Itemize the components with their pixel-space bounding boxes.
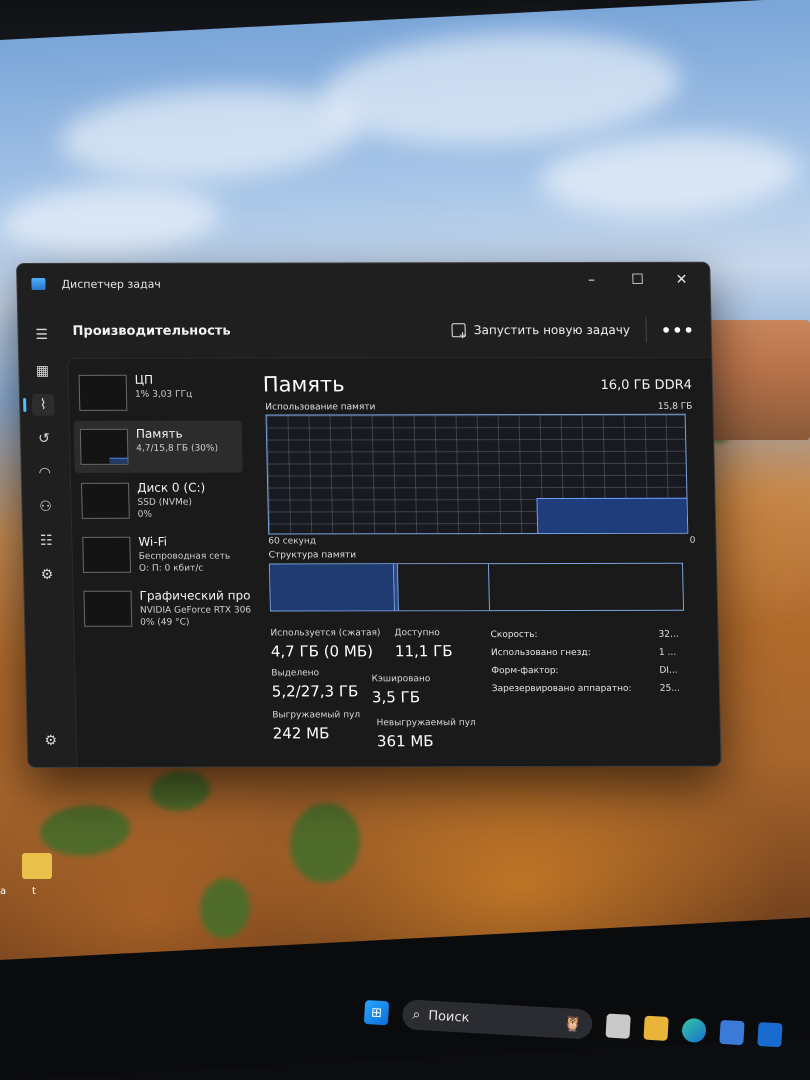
task-manager-app-icon: [31, 277, 46, 290]
memory-heading: Память: [262, 372, 345, 397]
stat-available-label: Доступно: [394, 628, 440, 639]
usage-graph-max: 15,8 ГБ: [657, 401, 693, 412]
taskbar-search-box[interactable]: ⌕ Поиск 🦉: [401, 999, 594, 1040]
resource-detail: Беспроводная сеть: [138, 551, 231, 562]
close-button[interactable]: ✕: [663, 269, 700, 291]
navigation-rail: ☰ ▦ ⌇ ↺ ◠ ⚇ ☷ ⚙ ⚙: [18, 316, 74, 767]
stat-nonpaged-pool-value: 361 МБ: [376, 732, 434, 751]
processes-icon[interactable]: ▦: [31, 360, 54, 382]
stat-in-use-value: 4,7 ГБ (0 МБ): [270, 642, 374, 661]
resource-name: Wi-Fi: [138, 534, 168, 549]
gpu-thumbnail-graph: [83, 590, 133, 627]
stat-committed-label: Выделено: [271, 668, 320, 679]
memory-usage-graph: [265, 413, 689, 535]
composition-standby: [397, 564, 490, 611]
cpu-thumbnail-graph: [78, 374, 128, 411]
edge-browser-icon[interactable]: [681, 1017, 707, 1044]
users-icon[interactable]: ⚇: [34, 496, 57, 518]
composition-free: [489, 564, 683, 610]
resource-detail: SSD (NVMe): [137, 497, 193, 508]
task-view-icon[interactable]: [605, 1013, 631, 1039]
services-icon[interactable]: ⚙: [36, 564, 59, 586]
stat-in-use-label: Используется (сжатая): [270, 628, 381, 639]
stat-available-value: 11,1 ГБ: [394, 642, 453, 661]
outlook-icon[interactable]: [757, 1021, 783, 1048]
resource-name: Диск 0 (C:): [136, 480, 206, 495]
search-placeholder: Поиск: [427, 1008, 470, 1026]
resource-item-wifi[interactable]: Wi-Fi Беспроводная сеть О: П: 0 кбит/с: [76, 529, 245, 581]
toolbar-divider: [645, 316, 648, 343]
graph-zero-label: 0: [689, 535, 696, 546]
resource-item-cpu[interactable]: ЦП 1% 3,03 ГГц: [72, 367, 241, 419]
stat-cached-value: 3,5 ГБ: [371, 688, 421, 707]
page-title: Производительность: [72, 323, 231, 339]
detail-speed-value: 32...: [658, 629, 679, 640]
memory-spec: 16,0 ГБ DDR4: [600, 377, 693, 393]
startup-apps-icon[interactable]: ◠: [34, 462, 57, 484]
detail-slots-label: Использовано гнезд:: [490, 647, 591, 659]
microsoft-store-icon[interactable]: [719, 1019, 745, 1046]
detail-form-factor-label: Форм-фактор:: [491, 665, 559, 677]
run-new-task-label: Запустить новую задачу: [473, 322, 631, 338]
app-history-icon[interactable]: ↺: [33, 428, 56, 450]
maximize-button[interactable]: ☐: [619, 269, 656, 291]
memory-composition-bar: [268, 562, 685, 612]
detail-reserved-label: Зарезервировано аппаратно:: [491, 683, 632, 695]
run-new-task-button[interactable]: Запустить новую задачу: [451, 322, 631, 338]
hamburger-menu-icon[interactable]: ☰: [30, 324, 53, 346]
settings-icon[interactable]: ⚙: [40, 730, 63, 752]
stat-paged-pool-label: Выгружаемый пул: [272, 710, 361, 721]
desktop-folder-icon[interactable]: [22, 853, 52, 879]
graph-time-axis-label: 60 секунд: [268, 536, 317, 547]
search-icon: ⌕: [412, 1006, 421, 1024]
stat-nonpaged-pool-label: Невыгружаемый пул: [376, 718, 476, 729]
search-highlight-owl-icon: 🦉: [563, 1014, 583, 1034]
more-options-button[interactable]: •••: [661, 320, 695, 339]
resource-name: ЦП: [134, 372, 154, 387]
resource-detail: NVIDIA GeForce RTX 306: [139, 605, 252, 616]
detail-slots-value: 1 ...: [658, 647, 677, 658]
detail-speed-label: Скорость:: [490, 630, 538, 641]
title-bar[interactable]: Диспетчер задач – ☐ ✕: [17, 263, 710, 304]
task-manager-window: Диспетчер задач – ☐ ✕ ☰ ▦ ⌇ ↺ ◠ ⚇ ☷ ⚙ ⚙ …: [16, 261, 722, 768]
disk-thumbnail-graph: [81, 482, 130, 519]
memory-composition-label: Структура памяти: [268, 550, 357, 561]
desktop-folder-label: t: [32, 886, 36, 897]
resource-name: Графический про: [139, 588, 251, 603]
performance-icon[interactable]: ⌇: [31, 393, 55, 416]
details-icon[interactable]: ☷: [35, 530, 58, 552]
wallpaper-town: [700, 320, 810, 440]
new-task-icon: [451, 323, 466, 338]
stat-committed-value: 5,2/27,3 ГБ: [271, 682, 359, 701]
detail-reserved-value: 25...: [659, 683, 680, 694]
resource-detail: 4,7/15,8 ГБ (30%): [136, 443, 219, 454]
resource-detail-2: О: П: 0 кбит/с: [138, 563, 204, 574]
usage-graph-label: Использование памяти: [265, 402, 376, 413]
resource-name: Память: [135, 426, 183, 441]
stat-paged-pool-value: 242 МБ: [272, 724, 330, 743]
resource-detail-2: 0% (49 °C): [140, 617, 190, 628]
toolbar: Производительность Запустить новую задач…: [68, 303, 711, 358]
resource-item-memory[interactable]: Память 4,7/15,8 ГБ (30%): [73, 420, 243, 473]
detail-form-factor-value: DI...: [659, 665, 678, 676]
memory-thumbnail-graph: [79, 428, 129, 465]
minimize-button[interactable]: –: [573, 269, 610, 291]
resource-detail-2: 0%: [137, 509, 153, 520]
performance-content: ЦП 1% 3,03 ГГц Память 4,7/15,8 ГБ (30%) …: [67, 356, 721, 767]
window-title: Диспетчер задач: [61, 277, 161, 291]
file-explorer-icon[interactable]: [643, 1015, 669, 1041]
desktop-icon-label: a: [0, 886, 7, 897]
wifi-thumbnail-graph: [82, 536, 132, 573]
resource-item-disk[interactable]: Диск 0 (C:) SSD (NVMe) 0%: [75, 475, 244, 527]
windows-start-icon[interactable]: ⊞: [363, 999, 390, 1026]
stat-cached-label: Кэшировано: [371, 674, 431, 685]
composition-in-use: [269, 564, 395, 611]
resource-detail: 1% 3,03 ГГц: [134, 389, 193, 400]
memory-usage-area: [535, 497, 688, 534]
resource-item-gpu[interactable]: Графический про NVIDIA GeForce RTX 306 0…: [77, 583, 251, 635]
